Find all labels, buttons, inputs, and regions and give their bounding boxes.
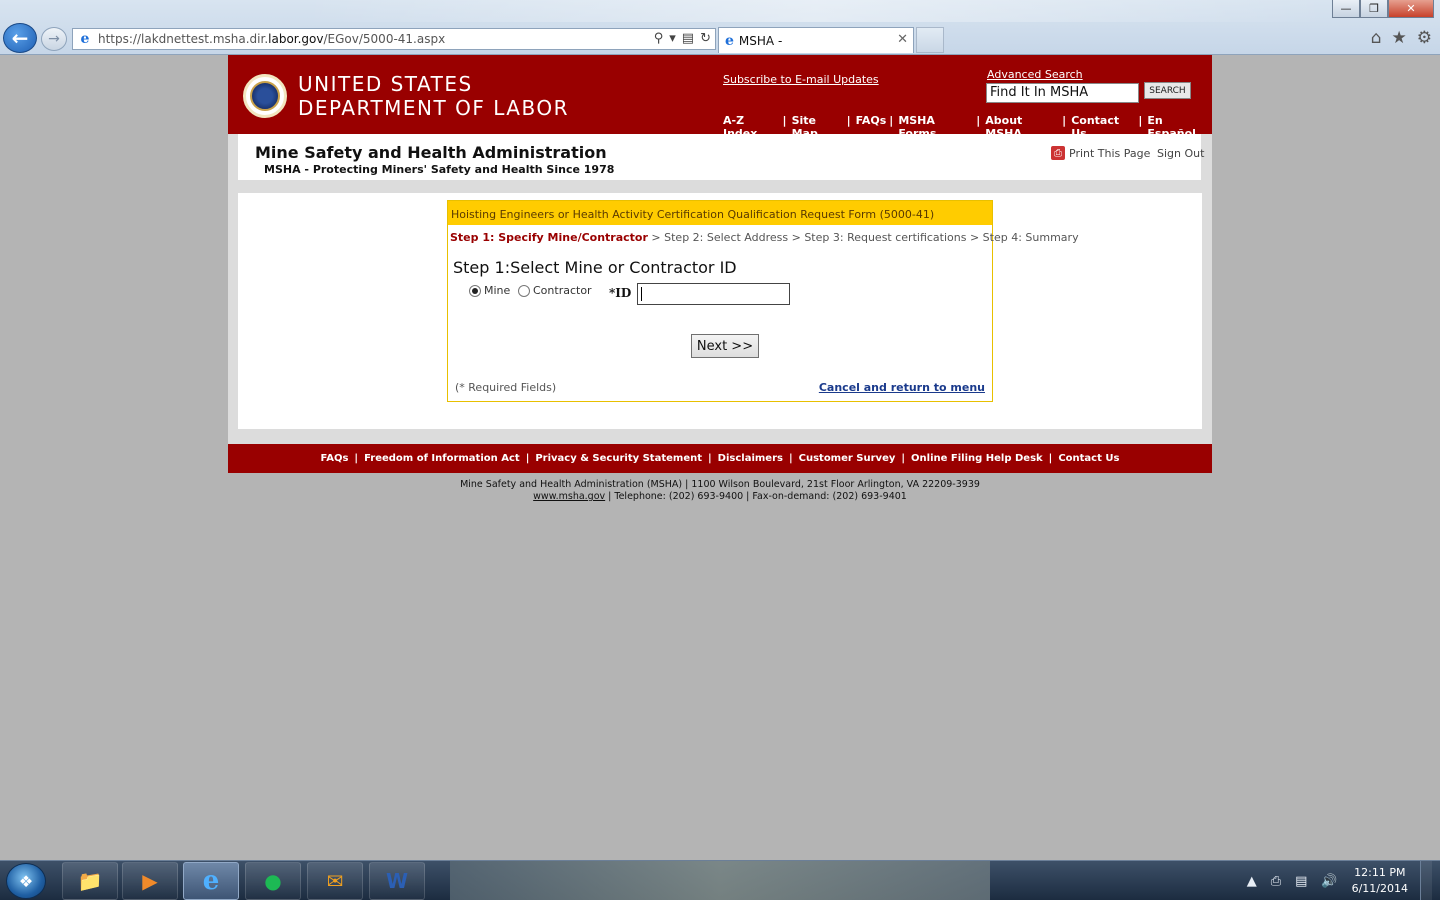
printer-tray-icon[interactable]: ⎙ — [1271, 874, 1281, 889]
agency-titlebar: Mine Safety and Health Administration MS… — [228, 134, 1212, 180]
address-bar[interactable]: e https://lakdnettest.msha.dir.labor.gov… — [72, 28, 716, 50]
dol-seal-logo[interactable] — [243, 74, 287, 118]
tab-close-icon[interactable]: ✕ — [897, 32, 908, 47]
subscribe-link[interactable]: Subscribe to E-mail Updates — [723, 73, 879, 86]
footer-foia[interactable]: Freedom of Information Act — [364, 453, 520, 464]
footer-disclaimers[interactable]: Disclaimers — [718, 453, 783, 464]
show-hidden-icons-icon[interactable]: ▲ — [1247, 874, 1257, 889]
favorites-star-icon[interactable]: ★ — [1392, 28, 1407, 48]
current-step: Step 1: Specify Mine/Contractor — [450, 231, 648, 244]
id-label: *ID — [609, 286, 632, 300]
id-input[interactable] — [637, 283, 790, 305]
next-button[interactable]: Next >> — [691, 334, 759, 358]
taskbar-blur — [450, 861, 990, 900]
footer-help-desk[interactable]: Online Filing Help Desk — [911, 453, 1043, 464]
ie-page-icon: e — [80, 31, 90, 47]
restore-icon[interactable]: ❐ — [1360, 0, 1388, 18]
footer-nav: FAQs | Freedom of Information Act | Privac… — [228, 444, 1212, 473]
radio-mine[interactable]: Mine — [469, 284, 510, 297]
home-icon[interactable]: ⌂ — [1371, 28, 1382, 48]
address-url[interactable]: https://lakdnettest.msha.dir.labor.gov/E… — [98, 32, 445, 46]
browser-chrome: — ❐ ✕ ← → e https://lakdnettest.msha.dir… — [0, 0, 1440, 55]
footer-phone: | Telephone: (202) 693-9400 | Fax-on-dem… — [605, 491, 907, 502]
msha-site: UNITED STATES DEPARTMENT OF LABOR Subscr… — [228, 55, 1212, 503]
footer-customer-survey[interactable]: Customer Survey — [799, 453, 896, 464]
dropdown-icon[interactable]: ▾ — [669, 31, 676, 46]
certification-form: Hoisting Engineers or Health Activity Ce… — [447, 200, 1079, 402]
footer-contact-us[interactable]: Contact Us — [1058, 453, 1119, 464]
remaining-steps: > Step 2: Select Address > Step 3: Reque… — [647, 231, 1079, 244]
print-page-link[interactable]: ⎙ Print This Page — [1051, 146, 1150, 160]
outlook-icon[interactable]: ✉ — [307, 862, 363, 900]
radio-mine-label: Mine — [484, 284, 511, 297]
step-breadcrumb: Step 1: Specify Mine/Contractor > Step 2… — [448, 225, 1079, 244]
search-button[interactable]: SEARCH — [1144, 82, 1191, 99]
radio-contractor[interactable]: Contractor — [518, 284, 592, 297]
clock-date: 6/11/2014 — [1351, 882, 1408, 895]
show-desktop-button[interactable] — [1420, 861, 1432, 900]
window-controls: — ❐ ✕ — [1332, 0, 1434, 18]
advanced-search-link[interactable]: Advanced Search — [987, 68, 1083, 81]
content-panel: Hoisting Engineers or Health Activity Ce… — [238, 193, 1202, 429]
windows-taskbar: ❖ 📁 ▶ e ● ✉ W ▲ ⎙ ▤ 🔊 12:11 PM 6/11/2014 — [0, 860, 1440, 900]
new-tab-button[interactable] — [916, 27, 944, 53]
close-icon[interactable]: ✕ — [1388, 0, 1434, 18]
footer-faqs[interactable]: FAQs — [321, 453, 349, 464]
agency-name: Mine Safety and Health Administration — [255, 143, 607, 162]
msha-site-link[interactable]: www.msha.gov — [533, 491, 605, 502]
file-explorer-icon[interactable]: 📁 — [62, 862, 118, 900]
internet-explorer-icon[interactable]: e — [183, 862, 239, 900]
system-tray: ▲ ⎙ ▤ 🔊 12:11 PM 6/11/2014 — [1247, 861, 1432, 900]
word-icon[interactable]: W — [369, 862, 425, 900]
browser-tab[interactable]: e MSHA - ✕ — [718, 27, 914, 53]
sign-out-link[interactable]: Sign Out — [1157, 147, 1204, 160]
site-header: UNITED STATES DEPARTMENT OF LABOR Subscr… — [228, 55, 1212, 140]
search-input[interactable]: Find It In MSHA — [986, 83, 1139, 103]
footer-contact-line: www.msha.gov | Telephone: (202) 693-9400… — [228, 491, 1212, 503]
address-tools: ⚲ ▾ ▤ ↻ — [654, 31, 711, 46]
radio-contractor-label: Contractor — [533, 284, 592, 297]
window-title-blur — [300, 0, 1330, 22]
step-title: Step 1:Select Mine or Contractor ID — [453, 258, 737, 277]
radio-contractor-button[interactable] — [518, 284, 530, 297]
required-fields-note: (* Required Fields) — [455, 381, 557, 394]
dol-name-line2[interactable]: DEPARTMENT OF LABOR — [298, 96, 569, 120]
printer-icon[interactable]: ⎙ — [1051, 146, 1065, 160]
minimize-icon[interactable]: — — [1332, 0, 1360, 18]
forward-button[interactable]: → — [41, 27, 67, 51]
ie-tab-icon: e — [725, 32, 734, 49]
cancel-link[interactable]: Cancel and return to menu — [819, 381, 985, 394]
settings-gear-icon[interactable]: ⚙ — [1417, 28, 1432, 48]
id-row: Mine Contractor *ID — [448, 277, 992, 307]
clock-time: 12:11 PM — [1354, 866, 1406, 879]
tab-title: MSHA - — [738, 33, 783, 48]
spotify-icon[interactable]: ● — [245, 862, 301, 900]
radio-mine-button[interactable] — [469, 284, 481, 297]
dol-name-line1[interactable]: UNITED STATES — [298, 72, 473, 96]
footer-address-line: Mine Safety and Health Administration (M… — [460, 479, 980, 490]
search-icon[interactable]: ⚲ — [654, 31, 664, 46]
compatibility-icon[interactable]: ▤ — [682, 31, 694, 46]
clock[interactable]: 12:11 PM 6/11/2014 — [1352, 865, 1408, 897]
print-page-label[interactable]: Print This Page — [1069, 147, 1150, 160]
start-button[interactable]: ❖ — [6, 863, 46, 899]
media-player-icon[interactable]: ▶ — [122, 862, 178, 900]
content-area: Hoisting Engineers or Health Activity Ce… — [228, 180, 1212, 444]
volume-icon[interactable]: 🔊 — [1321, 874, 1337, 889]
agency-tagline: MSHA - Protecting Miners' Safety and Hea… — [264, 163, 615, 176]
browser-right-icons: ⌂ ★ ⚙ — [1371, 28, 1432, 48]
footer-privacy[interactable]: Privacy & Security Statement — [535, 453, 702, 464]
text-caret — [641, 287, 642, 301]
network-icon[interactable]: ▤ — [1295, 874, 1307, 889]
back-button[interactable]: ← — [3, 23, 37, 53]
form-heading: Hoisting Engineers or Health Activity Ce… — [448, 201, 992, 225]
footer-address: Mine Safety and Health Administration (M… — [228, 479, 1212, 503]
refresh-icon[interactable]: ↻ — [700, 31, 711, 46]
